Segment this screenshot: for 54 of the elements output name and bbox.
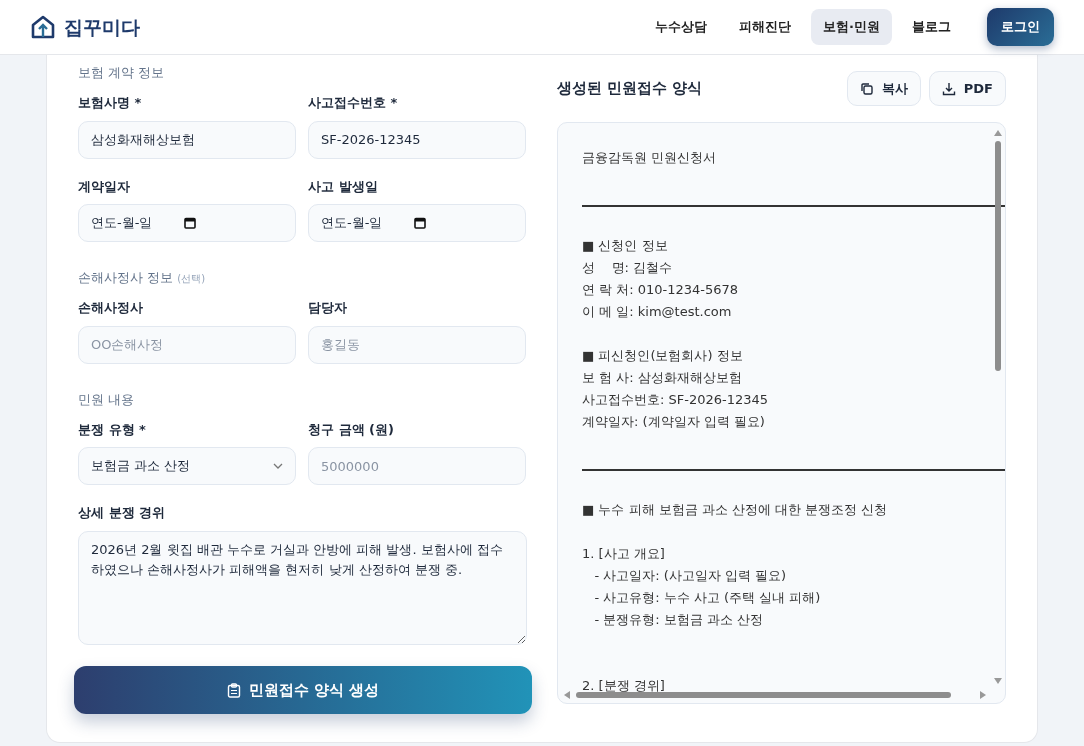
field-label: 담당자 (308, 299, 348, 317)
section-title: 손해사정사 정보 (78, 270, 174, 285)
chevron-down-icon (273, 463, 283, 469)
nav-link[interactable]: 피해진단 (727, 9, 804, 45)
field-label: 사고 발생일 (308, 177, 379, 196)
input-field[interactable]: 5000000 (308, 447, 526, 485)
textarea-field[interactable]: 2026년 2월 윗집 배관 누수로 거실과 안방에 피해 발생. 보험사에 접수하였으나 손해사정사가 피해액을 현저히 낮게 산정하여 분쟁 중. (78, 530, 527, 645)
output-line: 보 험 사: 삼성화재해상보험 (582, 370, 742, 385)
field-label: 상세 분쟁 경위 (78, 504, 167, 522)
generate-button[interactable]: 민원접수 양식 생성 (74, 666, 532, 714)
output-line: - 사고일자: (사고일자 입력 필요) (593, 568, 787, 583)
clipboard-icon (226, 682, 241, 698)
nav-link[interactable]: 블로그 (900, 9, 963, 45)
output-title: 생성된 민원접수 양식 (557, 78, 703, 100)
output-line: 이 메 일: kim@test.com (582, 304, 732, 319)
section-title: 민원 내용 (78, 391, 135, 407)
field-label: 청구 금액 (원) (308, 420, 395, 439)
pdf-button[interactable]: PDF (928, 71, 1006, 106)
field-label: 보험사명 * (78, 94, 143, 112)
output-line: - 사고유형: 누수 사고 (주택 실내 피해) (593, 590, 821, 605)
date-field[interactable]: 연도-월-일 (78, 204, 296, 242)
section-title: 보험 계약 정보 (78, 65, 165, 80)
output-line: ■ 피신청인(보험회사) 정보 (582, 348, 743, 363)
output-line: 2. [분쟁 경위] (582, 678, 665, 693)
output-line: ■ 누수 피해 보험금 과소 산정에 대한 분쟁조정 신청 (582, 502, 888, 517)
input-field[interactable]: SF-2026-12345 (308, 120, 526, 159)
select-field[interactable]: 보험금 과소 산정 (78, 447, 296, 485)
nav-link[interactable]: 보험·민원 (811, 9, 892, 45)
field-label: 계약일자 (78, 177, 131, 196)
field-label: 분쟁 유형 * (78, 420, 147, 439)
section-note: (선택) (177, 273, 206, 284)
field-label: 사고접수번호 * (308, 94, 399, 112)
calendar-icon[interactable] (414, 217, 427, 229)
output-line: 계약일자: (계약일자 입력 필요) (582, 414, 765, 429)
copy-button[interactable]: 복사 (846, 71, 921, 106)
login-button[interactable]: 로그인 (987, 8, 1054, 46)
output-line: 사고접수번호: SF-2026-12345 (582, 392, 769, 407)
output-line: 1. [사고 개요] (582, 546, 665, 561)
date-field[interactable]: 연도-월-일 (308, 204, 526, 242)
house-logo-icon (30, 14, 56, 40)
input-field[interactable]: 홍길동 (308, 325, 526, 364)
input-field[interactable]: OO손해사정 (78, 325, 296, 364)
field-label: 손해사정사 (78, 299, 144, 317)
output-line: 성 명: 김철수 (582, 260, 673, 275)
input-field[interactable]: 삼성화재해상보험 (78, 120, 296, 159)
download-icon (941, 81, 956, 96)
output-line: - 분쟁유형: 보험금 과소 산정 (593, 612, 763, 627)
output-line: 금융감독원 민원신청서 (582, 150, 717, 165)
output-line: ■ 신청인 정보 (582, 238, 668, 253)
nav-link[interactable]: 누수상담 (643, 9, 720, 45)
calendar-icon[interactable] (184, 217, 197, 229)
copy-icon (859, 81, 874, 96)
output-line: 연 락 처: 010-1234-5678 (582, 282, 739, 297)
brand-name: 집꾸미다 (64, 14, 140, 40)
